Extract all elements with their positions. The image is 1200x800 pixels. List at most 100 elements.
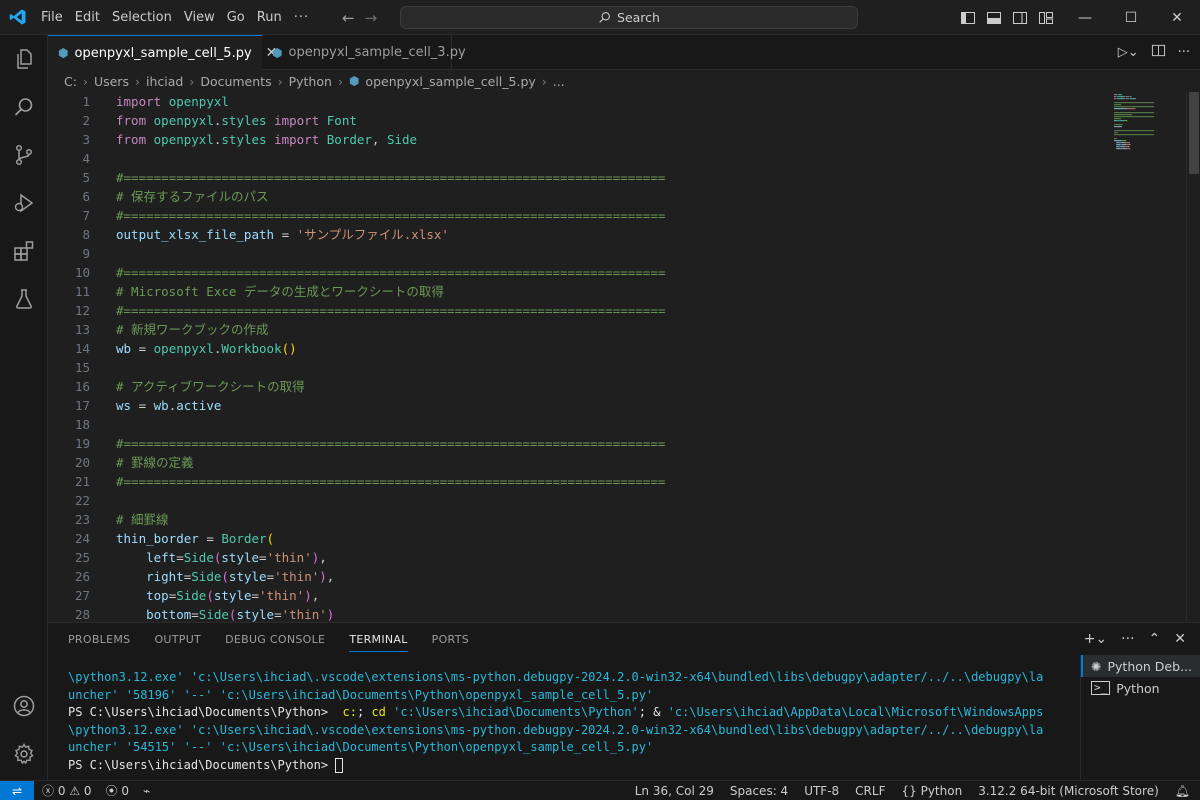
split-editor-icon[interactable] (1151, 43, 1166, 62)
code-line[interactable]: 19 #=====================================… (48, 434, 1108, 453)
code-line[interactable]: 26 right=Side(style='thin'), (48, 567, 1108, 586)
code-line[interactable]: 5 #======================================… (48, 168, 1108, 187)
code-text: #=======================================… (116, 436, 666, 451)
code-line[interactable]: 17 ws = wb.active (48, 396, 1108, 415)
code-line[interactable]: 13 # 新規ワークブックの作成 (48, 320, 1108, 339)
testing-flask-icon[interactable] (0, 275, 48, 323)
cursor-position[interactable]: Ln 36, Col 29 (635, 784, 714, 798)
menu-run[interactable]: Run (251, 0, 288, 35)
code-text: ws = wb.active (116, 398, 222, 413)
line-number: 23 (74, 512, 90, 527)
code-line[interactable]: 28 bottom=Side(style='thin') (48, 605, 1108, 622)
tab-debug-console[interactable]: DEBUG CONSOLE (225, 633, 325, 646)
customize-layout-icon[interactable] (1038, 10, 1054, 26)
code-line[interactable]: 22 (48, 491, 1108, 510)
search-sidebar-icon[interactable] (0, 83, 48, 131)
toggle-panel-icon[interactable] (986, 10, 1002, 26)
toggle-primary-sidebar-icon[interactable] (960, 10, 976, 26)
tab-output[interactable]: OUTPUT (154, 633, 201, 646)
back-arrow-icon[interactable]: ← (342, 9, 355, 27)
minimap-line (1114, 134, 1155, 136)
terminal-item-debug[interactable]: ✺ Python Deb... (1081, 655, 1200, 677)
end-of-line[interactable]: CRLF (855, 784, 885, 798)
manage-gear-icon[interactable] (0, 730, 48, 778)
tab-openpyxl-sample-cell-5[interactable]: ⬢ openpyxl_sample_cell_5.py ✕ (48, 35, 277, 70)
breadcrumb-item[interactable]: Users (94, 74, 129, 89)
code-line[interactable]: 4 (48, 149, 1108, 168)
breadcrumb-item[interactable]: Python (289, 74, 332, 89)
breadcrumb-item[interactable]: C: (64, 74, 77, 89)
line-number: 25 (74, 550, 90, 565)
notifications-bell-icon[interactable]: 🔔︎ (1175, 784, 1190, 798)
code-line[interactable]: 7 #======================================… (48, 206, 1108, 225)
breadcrumb-item[interactable]: ihciad (146, 74, 183, 89)
forward-arrow-icon[interactable]: → (365, 9, 378, 27)
code-line[interactable]: 16 # アクティブワークシートの取得 (48, 377, 1108, 396)
minimap-line (1120, 140, 1122, 142)
source-control-icon[interactable] (0, 131, 48, 179)
breadcrumb-item[interactable]: Documents (200, 74, 271, 89)
problems-status[interactable]: ⓧ 0 ⚠ 0 (42, 782, 92, 799)
code-line[interactable]: 12 #=====================================… (48, 301, 1108, 320)
code-line[interactable]: 1 import openpyxl (48, 92, 1108, 111)
menu-go[interactable]: Go (221, 0, 251, 35)
maximize-icon[interactable]: ☐ (1108, 0, 1154, 35)
tab-ports[interactable]: PORTS (432, 633, 469, 646)
tab-problems[interactable]: PROBLEMS (68, 633, 130, 646)
ports-status[interactable]: ⦿ 0 (106, 782, 129, 799)
menu-selection[interactable]: Selection (106, 0, 178, 35)
editor-scrollbar-thumb[interactable] (1189, 92, 1199, 174)
python-interpreter[interactable]: 3.12.2 64-bit (Microsoft Store) (978, 784, 1159, 798)
menu-more[interactable]: ··· (288, 0, 315, 35)
run-and-debug-icon[interactable] (0, 179, 48, 227)
encoding[interactable]: UTF-8 (804, 784, 839, 798)
extensions-icon[interactable] (0, 227, 48, 275)
minimap-line (1129, 144, 1131, 146)
toggle-secondary-sidebar-icon[interactable] (1012, 10, 1028, 26)
language-mode[interactable]: {} Python (901, 784, 962, 798)
tab-terminal[interactable]: TERMINAL (349, 627, 408, 652)
panel-more-icon[interactable]: ··· (1121, 631, 1134, 647)
code-line[interactable]: 18 (48, 415, 1108, 434)
menu-file[interactable]: File (35, 0, 69, 35)
code-line[interactable]: 2 from openpyxl.styles import Font (48, 111, 1108, 130)
menu-edit[interactable]: Edit (69, 0, 106, 35)
code-line[interactable]: 25 left=Side(style='thin'), (48, 548, 1108, 567)
code-line[interactable]: 27 top=Side(style='thin'), (48, 586, 1108, 605)
debug-status-icon[interactable]: ⌁ (143, 784, 150, 798)
code-line[interactable]: 6 # 保存するファイルのパス (48, 187, 1108, 206)
code-line[interactable]: 21 #=====================================… (48, 472, 1108, 491)
command-center-search[interactable]: Search (400, 6, 858, 29)
minimize-icon[interactable]: — (1062, 0, 1108, 35)
code-line[interactable]: 15 (48, 358, 1108, 377)
close-panel-icon[interactable]: ✕ (1174, 631, 1186, 647)
new-terminal-icon[interactable]: +⌄ (1084, 631, 1107, 647)
code-line[interactable]: 20 # 罫線の定義 (48, 453, 1108, 472)
code-editor[interactable]: 1 import openpyxl 2 from openpyxl.styles im… (48, 92, 1200, 622)
account-icon[interactable] (0, 682, 48, 730)
code-line[interactable]: 8 output_xlsx_file_path = 'サンプルファイル.xlsx' (48, 225, 1108, 244)
menu-view[interactable]: View (178, 0, 221, 35)
minimap-line (1114, 108, 1126, 110)
tab-openpyxl-sample-cell-3[interactable]: ⬢ openpyxl_sample_cell_3.py (262, 35, 466, 70)
remote-indicator-icon[interactable]: ⇌ (0, 780, 34, 800)
language-label: Python (920, 784, 963, 798)
breadcrumb-item[interactable]: openpyxl_sample_cell_5.py (365, 74, 535, 89)
code-line[interactable]: 9 (48, 244, 1108, 263)
code-line[interactable]: 11 # Microsoft Exce データの生成とワークシートの取得 (48, 282, 1108, 301)
indentation[interactable]: Spaces: 4 (730, 784, 788, 798)
minimap[interactable] (1108, 92, 1188, 622)
maximize-panel-icon[interactable]: ⌃ (1149, 631, 1161, 647)
code-line[interactable]: 10 #=====================================… (48, 263, 1108, 282)
code-line[interactable]: 14 wb = openpyxl.Workbook() (48, 339, 1108, 358)
code-line[interactable]: 3 from openpyxl.styles import Border, Sid… (48, 130, 1108, 149)
close-window-icon[interactable]: ✕ (1154, 0, 1200, 35)
more-actions-icon[interactable]: ··· (1178, 45, 1190, 60)
code-line[interactable]: 23 # 細罫線 (48, 510, 1108, 529)
explorer-icon[interactable] (0, 35, 48, 83)
breadcrumb-item[interactable]: ... (553, 74, 565, 89)
run-python-file-icon[interactable]: ▷⌄ (1118, 45, 1139, 60)
code-line[interactable]: 24 thin_border = Border( (48, 529, 1108, 548)
terminal-item-python[interactable]: >_ Python (1081, 677, 1200, 699)
terminal-output[interactable]: \python3.12.exe' 'c:\Users\ihciad\.vscod… (68, 669, 1078, 774)
